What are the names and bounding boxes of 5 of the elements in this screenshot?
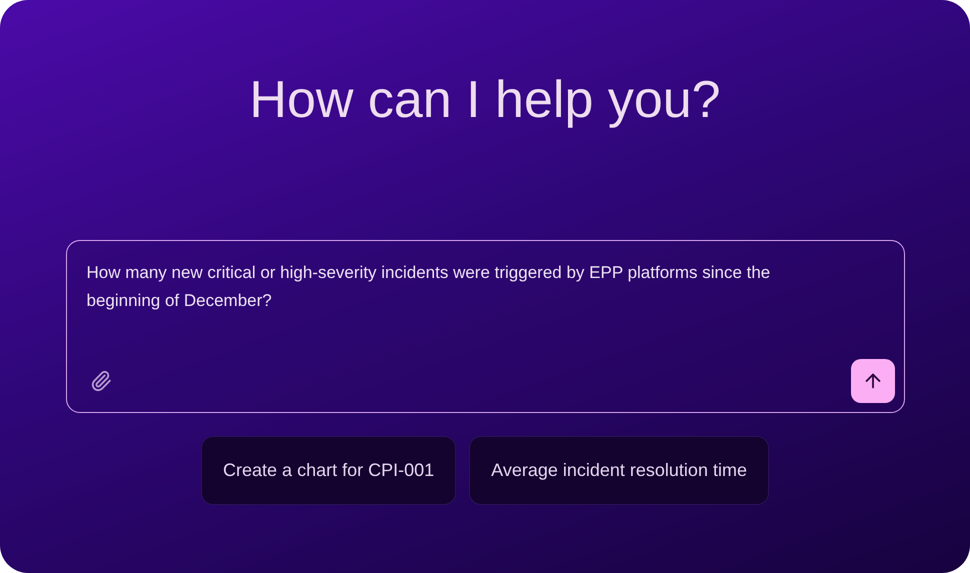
attach-icon[interactable] xyxy=(90,370,112,392)
page-title: How can I help you? xyxy=(249,70,721,131)
send-button[interactable] xyxy=(850,359,894,403)
suggestion-chip[interactable]: Create a chart for CPI-001 xyxy=(201,436,456,505)
suggestion-chip[interactable]: Average incident resolution time xyxy=(469,436,769,505)
